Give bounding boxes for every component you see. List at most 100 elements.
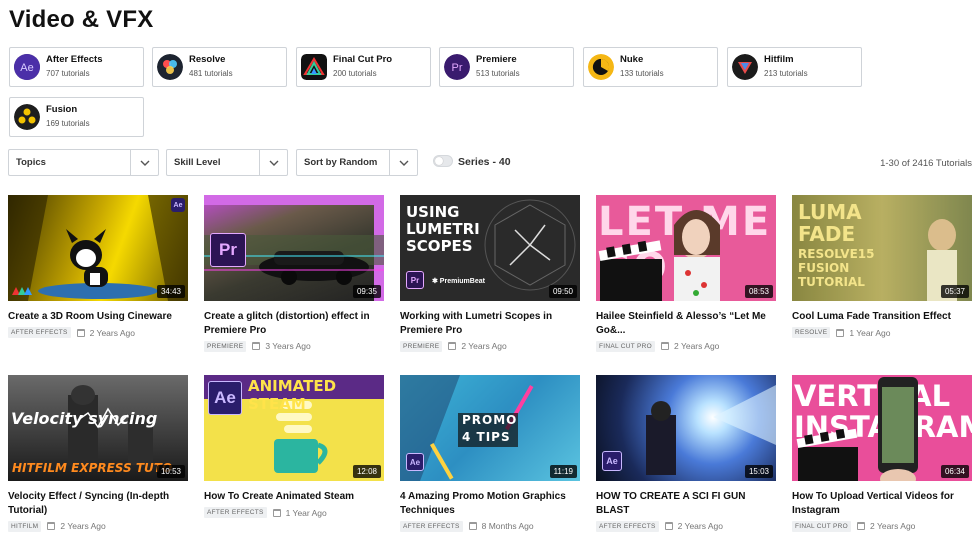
publish-date: 1 Year Ago (849, 327, 891, 338)
resolve-icon (157, 54, 183, 80)
software-name: Hitfilm (764, 54, 794, 66)
software-tag[interactable]: AFTER EFFECTS (204, 507, 267, 518)
tutorial-card[interactable]: Ae 34:43 Create a 3D Room Using Cineware… (8, 195, 188, 339)
tutorial-card[interactable]: LUMA FADE RESOLVE15 FUSION TUTORIAL 05:3… (792, 195, 972, 339)
software-count: 481 tutorials (189, 69, 233, 79)
tutorial-title[interactable]: Create a glitch (distortion) effect in P… (204, 310, 384, 337)
final-cut-pro-icon (301, 54, 327, 80)
software-count: 200 tutorials (333, 69, 377, 79)
toggle-knob (435, 157, 443, 165)
tutorial-thumbnail[interactable]: Pr 09:35 (204, 195, 384, 301)
software-name: After Effects (46, 54, 103, 66)
tutorial-title[interactable]: How To Upload Vertical Videos for Instag… (792, 490, 972, 517)
fusion-icon (14, 104, 40, 130)
sort-select[interactable]: Sort by Random (296, 149, 418, 176)
software-tag[interactable]: FINAL CUT PRO (792, 520, 852, 532)
publish-date: 2 Years Ago (89, 327, 136, 338)
tutorial-title[interactable]: 4 Amazing Promo Motion Graphics Techniqu… (400, 490, 580, 517)
calendar-icon (448, 342, 457, 350)
software-name: Nuke (620, 54, 644, 66)
software-card-fusion[interactable]: Fusion 169 tutorials (9, 97, 144, 137)
tutorial-card[interactable]: Ae 15:03 HOW TO CREATE A SCI FI GUN BLAS… (596, 375, 776, 532)
tutorial-thumbnail[interactable]: Ae 34:43 (8, 195, 188, 301)
tutorial-title[interactable]: Working with Lumetri Scopes in Premiere … (400, 310, 580, 337)
sort-select-label: Sort by Random (304, 157, 378, 168)
thumbnail-headline: LUMA FADE (798, 200, 862, 246)
publish-date: 2 Years Ago (60, 521, 106, 531)
after-effects-icon: Ae (602, 451, 622, 471)
tutorial-title[interactable]: HOW TO CREATE A SCI FI GUN BLAST (596, 490, 776, 517)
thumbnail-subheadline: 4 TIPS (462, 430, 511, 444)
tutorial-card[interactable]: Pr 09:35 Create a glitch (distortion) ef… (204, 195, 384, 352)
duration-badge: 12:08 (352, 465, 381, 478)
tutorial-thumbnail[interactable]: USING LUMETRI SCOPES Pr ✱ PremiumBeat 09… (400, 195, 580, 301)
duration-badge: 09:50 (548, 285, 577, 298)
tutorial-title[interactable]: How To Create Animated Steam (204, 490, 384, 504)
software-tag[interactable]: HITFILM (8, 520, 42, 532)
series-toggle-label: Series - 40 (458, 156, 511, 168)
tutorial-thumbnail[interactable]: ANIMATED STEAM Ae 12:08 (204, 375, 384, 481)
software-card-premiere[interactable]: Pr Premiere 513 tutorials (439, 47, 574, 87)
tutorial-thumbnail[interactable]: LUMA FADE RESOLVE15 FUSION TUTORIAL 05:3… (792, 195, 972, 301)
calendar-icon (661, 342, 670, 350)
after-effects-icon: Ae (406, 453, 424, 471)
tutorial-card[interactable]: ANIMATED STEAM Ae 12:08 How To Create An… (204, 375, 384, 519)
cinema4d-logo-icon (12, 287, 32, 295)
svg-text:Pr: Pr (452, 62, 463, 74)
tutorial-title[interactable]: Create a 3D Room Using Cineware (8, 310, 188, 324)
tutorial-thumbnail[interactable]: PROMO 4 TIPS Ae 11:19 (400, 375, 580, 481)
software-tag[interactable]: RESOLVE (792, 327, 831, 338)
thumbnail-subheadline: HITFILM EXPRESS TUTO (12, 461, 173, 475)
svg-text:Ae: Ae (20, 62, 33, 74)
tutorial-card[interactable]: USING LUMETRI SCOPES Pr ✱ PremiumBeat 09… (400, 195, 580, 352)
software-tag[interactable]: AFTER EFFECTS (8, 327, 71, 338)
publish-date: 2 Years Ago (461, 341, 507, 351)
software-card-after-effects[interactable]: Ae After Effects 707 tutorials (9, 47, 144, 87)
duration-badge: 05:37 (940, 285, 969, 298)
skill-level-select[interactable]: Skill Level (166, 149, 288, 176)
thumbnail-headline: ANIMATED STEAM (248, 377, 337, 413)
series-toggle[interactable] (433, 155, 453, 167)
software-name: Premiere (476, 54, 517, 66)
duration-badge: 11:19 (549, 465, 577, 478)
software-name: Final Cut Pro (333, 54, 393, 66)
tutorial-thumbnail[interactable]: Ae 15:03 (596, 375, 776, 481)
calendar-icon (252, 342, 261, 350)
tutorial-title[interactable]: Velocity Effect / Syncing (In-depth Tuto… (8, 490, 188, 517)
calendar-icon (836, 328, 845, 337)
software-card-nuke[interactable]: Nuke 133 tutorials (583, 47, 718, 87)
calendar-icon (76, 328, 85, 337)
tutorial-title[interactable]: Cool Luma Fade Transition Effect (792, 310, 972, 324)
software-name: Resolve (189, 54, 226, 66)
duration-badge: 06:34 (940, 465, 969, 478)
software-tag[interactable]: PREMIERE (204, 340, 247, 352)
duration-badge: 08:53 (744, 285, 773, 298)
software-tag[interactable]: AFTER EFFECTS (596, 520, 659, 532)
tutorial-card[interactable]: LET ME GO 08:53 Hailee Steinfield & Ales… (596, 195, 776, 352)
publish-date: 3 Years Ago (265, 341, 311, 351)
thumbnail-headline: PROMO (462, 413, 518, 427)
software-tag[interactable]: PREMIERE (400, 340, 443, 352)
nuke-icon (588, 54, 614, 80)
page-title: Video & VFX (9, 6, 154, 33)
duration-badge: 09:35 (352, 285, 381, 298)
tutorial-card[interactable]: PROMO 4 TIPS Ae 11:19 4 Amazing Promo Mo… (400, 375, 580, 532)
tutorial-thumbnail[interactable]: Velocity syncing HITFILM EXPRESS TUTO 10… (8, 375, 188, 481)
software-card-hitfilm[interactable]: Hitfilm 213 tutorials (727, 47, 862, 87)
tutorial-card[interactable]: VERTICAL INSTAGRAM 06:34 How To Upload V… (792, 375, 972, 532)
tutorial-card[interactable]: Velocity syncing HITFILM EXPRESS TUTO 10… (8, 375, 188, 532)
publish-date: 1 Year Ago (285, 507, 327, 518)
after-effects-icon: Ae (171, 198, 185, 212)
software-tag[interactable]: FINAL CUT PRO (596, 340, 656, 352)
tutorial-thumbnail[interactable]: VERTICAL INSTAGRAM 06:34 (792, 375, 972, 481)
software-card-final-cut-pro[interactable]: Final Cut Pro 200 tutorials (296, 47, 431, 87)
thumbnail-subheadline: RESOLVE15 FUSION TUTORIAL (798, 247, 875, 289)
tutorial-title[interactable]: Hailee Steinfield & Alesso’s “Let Me Go&… (596, 310, 776, 337)
skill-level-select-label: Skill Level (174, 157, 221, 168)
after-effects-icon: Ae (208, 381, 242, 415)
software-tag[interactable]: AFTER EFFECTS (400, 520, 463, 532)
topics-select[interactable]: Topics (8, 149, 159, 176)
software-count: 213 tutorials (764, 69, 808, 79)
tutorial-thumbnail[interactable]: LET ME GO 08:53 (596, 195, 776, 301)
software-card-resolve[interactable]: Resolve 481 tutorials (152, 47, 287, 87)
